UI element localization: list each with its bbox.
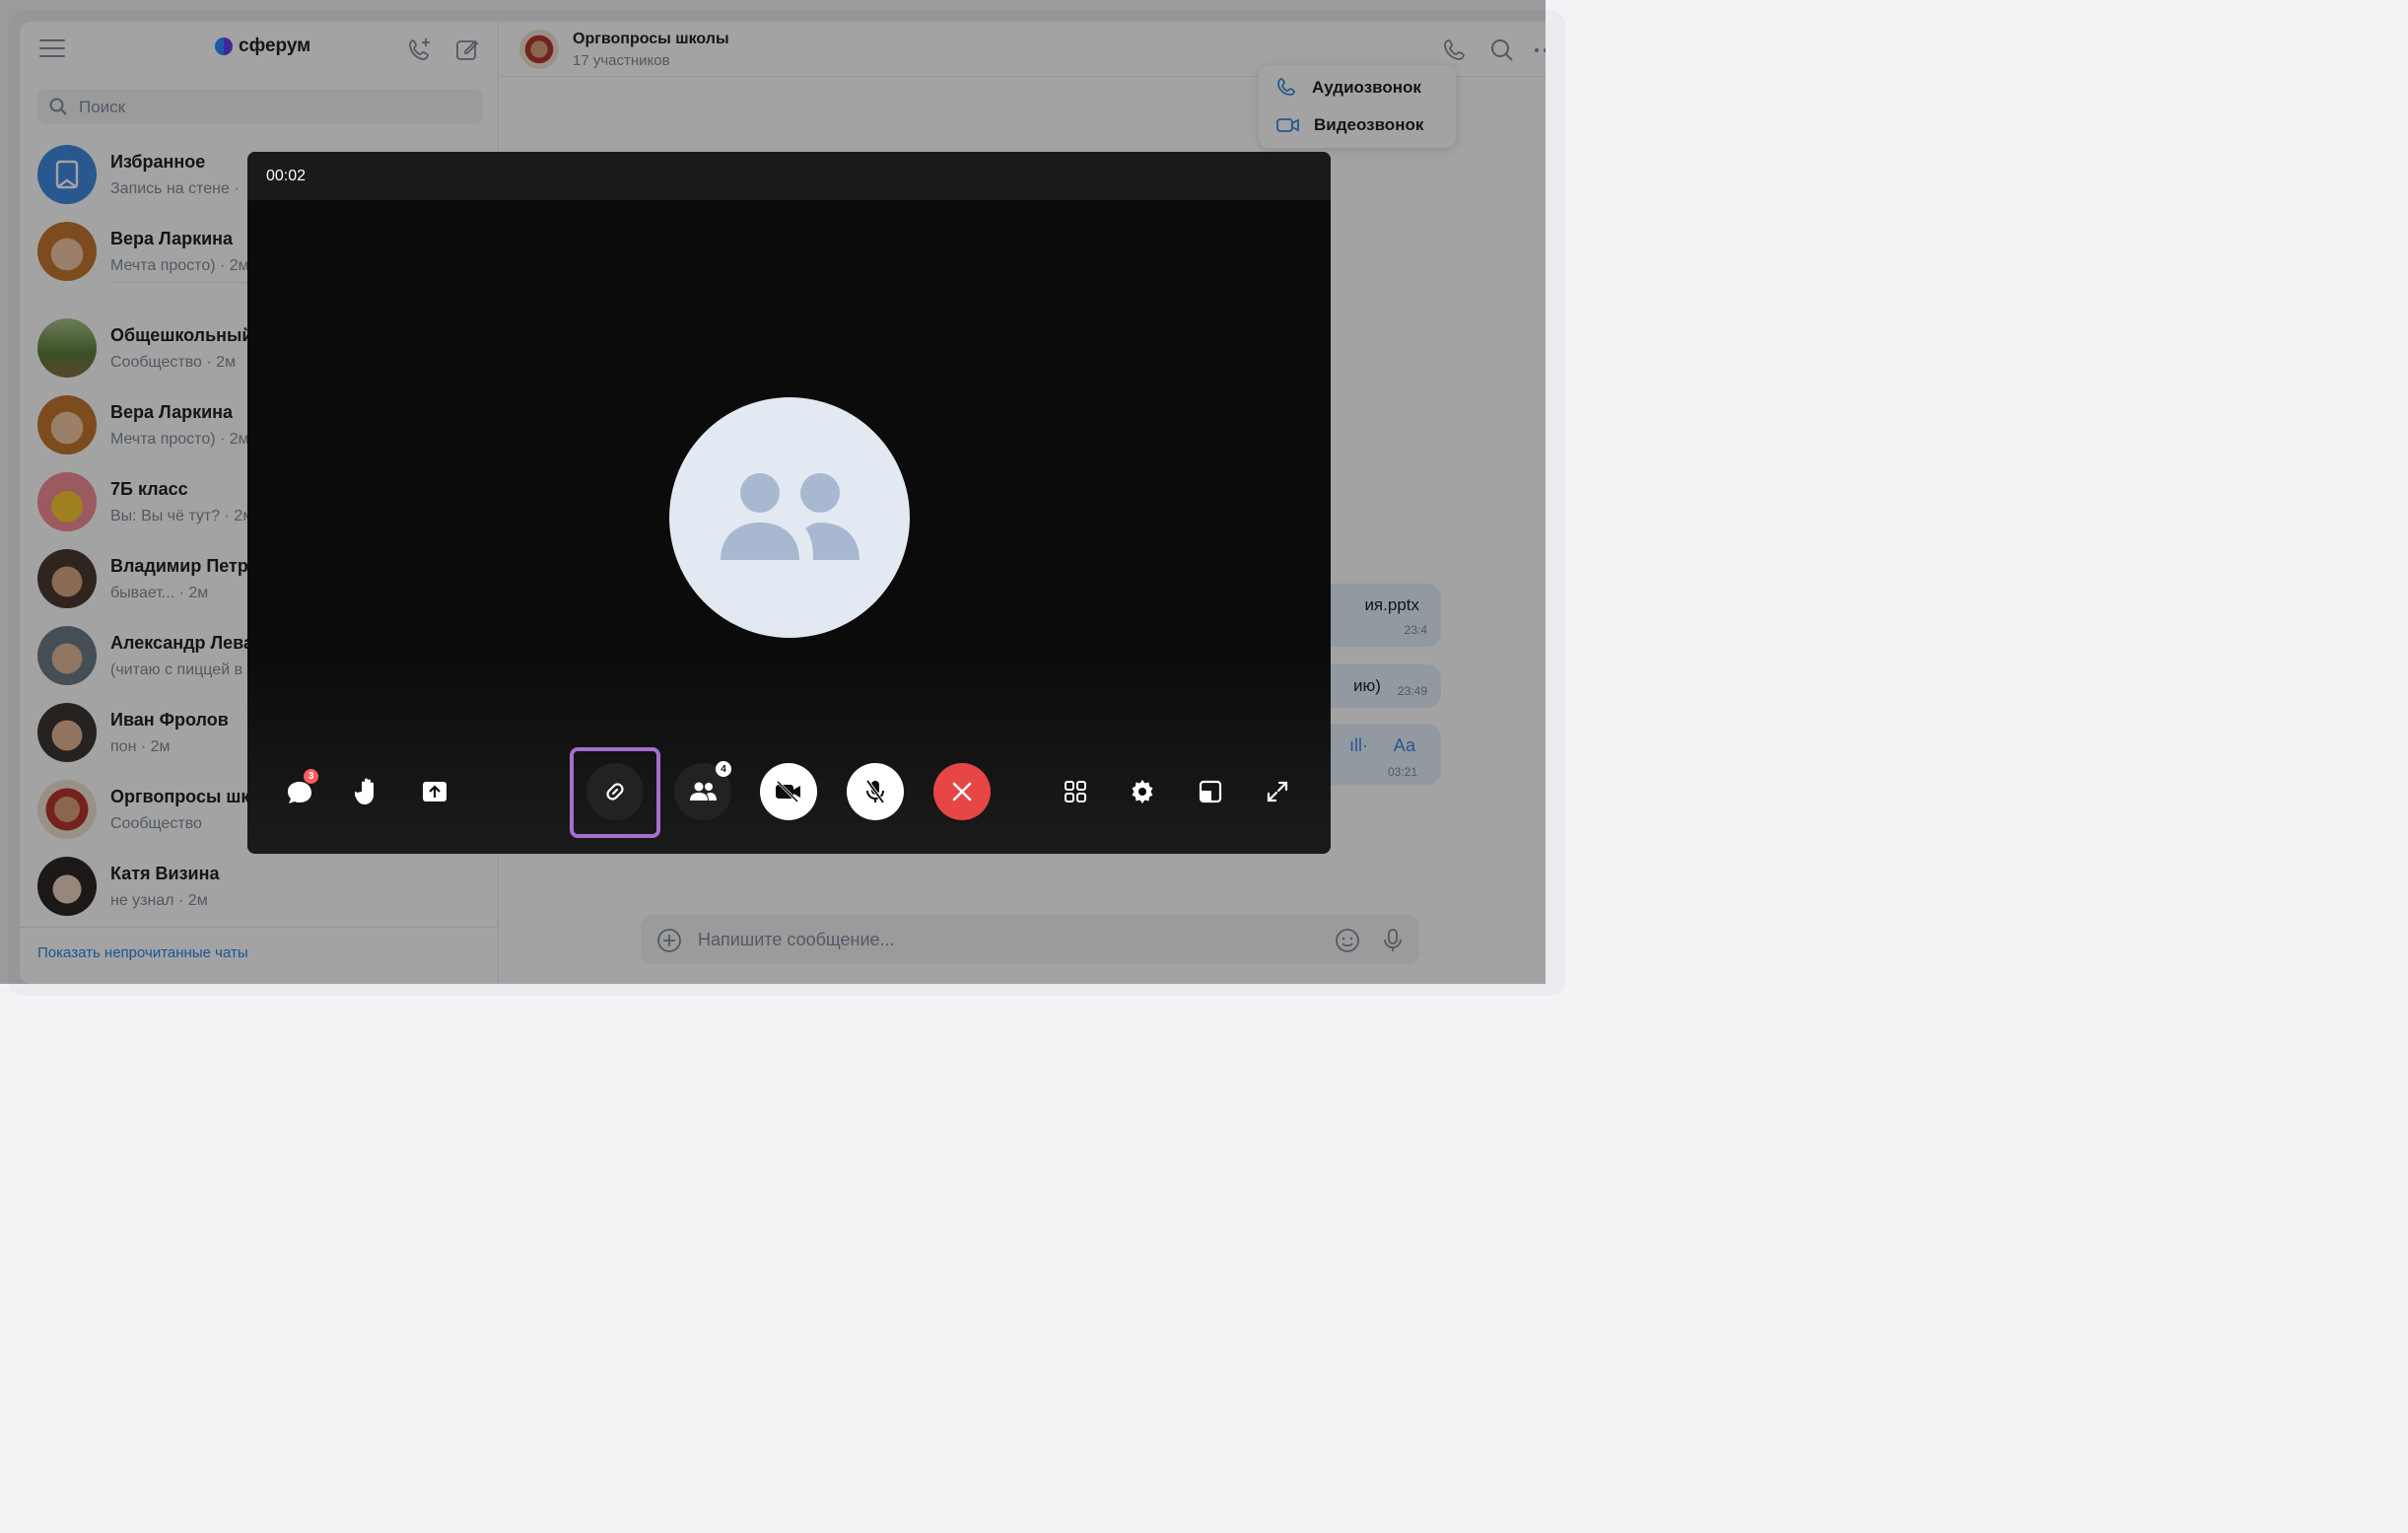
chat-badge: 3 bbox=[304, 769, 318, 784]
copy-link-button[interactable] bbox=[586, 763, 644, 820]
microphone-toggle-button[interactable] bbox=[847, 763, 904, 820]
call-timer: 00:02 bbox=[266, 168, 307, 184]
minimize-window-button[interactable] bbox=[1191, 772, 1230, 811]
close-icon bbox=[952, 782, 972, 801]
participants-badge: 4 bbox=[716, 761, 731, 777]
camera-off-icon bbox=[776, 780, 800, 803]
share-screen-icon bbox=[423, 782, 447, 801]
raise-hand-button[interactable] bbox=[348, 772, 387, 811]
picture-in-picture-icon bbox=[1199, 780, 1222, 803]
group-icon bbox=[721, 473, 860, 560]
hand-icon bbox=[355, 778, 374, 804]
link-icon bbox=[606, 783, 624, 801]
camera-toggle-button[interactable] bbox=[760, 763, 817, 820]
call-header: 00:02 bbox=[247, 152, 1331, 200]
settings-button[interactable] bbox=[1123, 772, 1162, 811]
mic-off-icon bbox=[865, 779, 885, 804]
call-controls-bar bbox=[247, 645, 1331, 854]
participants-button[interactable]: 4 bbox=[674, 761, 731, 820]
call-window: 00:02 3 4 bbox=[247, 152, 1331, 854]
participants-icon bbox=[690, 782, 717, 801]
grid-layout-button[interactable] bbox=[1056, 772, 1095, 811]
gear-icon bbox=[1132, 780, 1153, 803]
fullscreen-button[interactable] bbox=[1258, 772, 1297, 811]
expand-icon bbox=[1267, 781, 1288, 802]
end-call-button[interactable] bbox=[933, 763, 991, 820]
call-chat-button[interactable]: 3 bbox=[280, 769, 319, 811]
share-screen-button[interactable] bbox=[415, 772, 454, 811]
group-avatar bbox=[669, 397, 910, 638]
grid-icon bbox=[1065, 781, 1086, 802]
